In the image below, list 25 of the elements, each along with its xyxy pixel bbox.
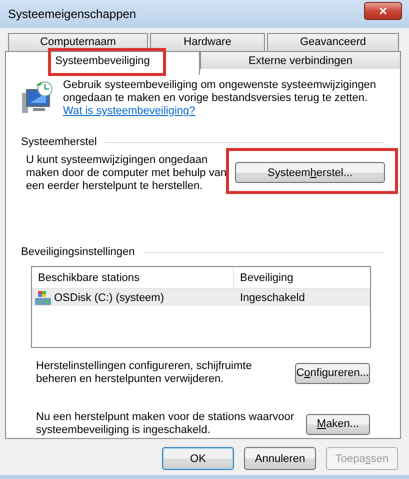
column-header[interactable]: Beveiliging (234, 267, 294, 288)
button[interactable]: Annuleren (244, 447, 316, 470)
drive-icon (35, 290, 51, 304)
table-cell: Ingeschakeld (240, 292, 305, 304)
help-link[interactable]: Wat is systeembeveiliging? (63, 105, 196, 118)
tab[interactable]: Geavanceerd (267, 33, 399, 51)
list-row[interactable]: OSDisk (C:) (systeem) Ingeschakeld (32, 289, 370, 306)
section-heading: Systeemherstel (21, 136, 97, 148)
window-title: Systeemeigenschappen (8, 7, 136, 21)
table-cell: OSDisk (C:) (systeem) (54, 292, 164, 304)
button[interactable]: OK (162, 447, 234, 470)
tab[interactable]: Systeembeveiliging (5, 51, 200, 75)
button[interactable]: Systeemherstel... (235, 162, 385, 183)
section-heading: Beveiligingsinstellingen (21, 246, 135, 258)
close-button[interactable]: ✕ (364, 2, 402, 20)
description-text: Herstelinstellingen configureren, schijfruimte beheren en herstelpunten verwijderen. (36, 360, 253, 386)
description-text: Nu een herstelpunt maken voor de stations waarvoor systeembeveiliging is ingeschakeld. (36, 411, 296, 437)
tab[interactable]: Hardware (150, 33, 265, 51)
column-header[interactable]: Beschikbare stations (32, 267, 234, 288)
tab[interactable]: Externe verbindingen (200, 51, 401, 69)
button[interactable]: Maken... (306, 414, 370, 434)
description-text: U kunt systeemwijzigingen ongedaan maken door de computer met behulp van een eerder herstelpunt te herstellen. (26, 154, 228, 194)
computer-icon (21, 81, 53, 115)
description-text: Gebruik systeembeveiliging om ongewenste systeemwijzigingen ongedaan te maken en vorige bestandsversies terug te zetten. (63, 79, 378, 105)
button[interactable]: Configureren... (295, 362, 370, 384)
